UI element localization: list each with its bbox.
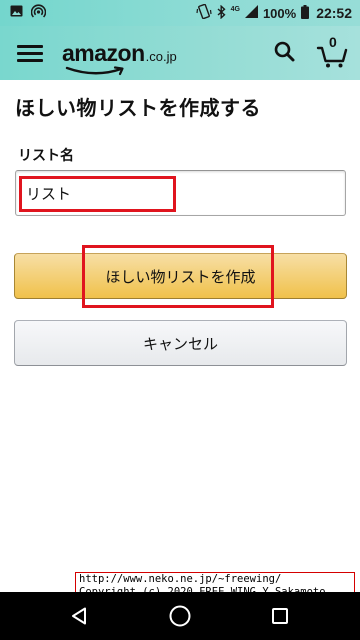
list-name-value: リスト	[26, 184, 72, 203]
menu-icon[interactable]	[17, 44, 43, 62]
signal-icon	[244, 5, 258, 21]
back-icon[interactable]	[60, 596, 100, 636]
cancel-button-label: キャンセル	[142, 334, 218, 353]
network-type: 4G	[230, 6, 240, 13]
bluetooth-icon	[217, 4, 226, 22]
recents-icon[interactable]	[260, 596, 300, 636]
cart-icon[interactable]: 0	[316, 34, 350, 70]
status-bar: 4G 100% 22:52	[0, 0, 360, 26]
amazon-logo[interactable]: amazon .co.jp	[62, 39, 177, 75]
clock: 22:52	[316, 5, 352, 21]
create-list-button[interactable]: ほしい物リストを作成	[14, 253, 347, 299]
image-icon	[10, 4, 23, 22]
page-title: ほしい物リストを作成する	[15, 96, 261, 120]
app-header: amazon .co.jp 0	[0, 26, 360, 80]
battery-icon	[301, 4, 310, 22]
logo-suffix: .co.jp	[145, 48, 177, 64]
vibrate-icon	[195, 3, 212, 22]
create-list-button-label: ほしい物リストを作成	[105, 267, 256, 286]
search-icon[interactable]	[273, 40, 297, 68]
logo-smile-icon	[65, 65, 124, 75]
status-left	[0, 3, 47, 23]
screen: 4G 100% 22:52 amazon .co.jp 0 ほしい物リストを作成…	[0, 0, 360, 640]
hotspot-icon	[30, 3, 47, 23]
watermark-url: http://www.neko.ne.jp/~freewing/	[79, 573, 282, 585]
navigation-bar	[0, 592, 360, 640]
home-icon[interactable]	[160, 596, 200, 636]
list-name-input[interactable]: リスト	[15, 170, 346, 216]
logo-text: amazon	[62, 39, 145, 66]
status-right: 4G 100% 22:52	[195, 3, 360, 22]
cancel-button[interactable]: キャンセル	[14, 320, 347, 366]
list-name-label: リスト名	[18, 148, 74, 164]
battery-percent: 100%	[262, 5, 297, 21]
